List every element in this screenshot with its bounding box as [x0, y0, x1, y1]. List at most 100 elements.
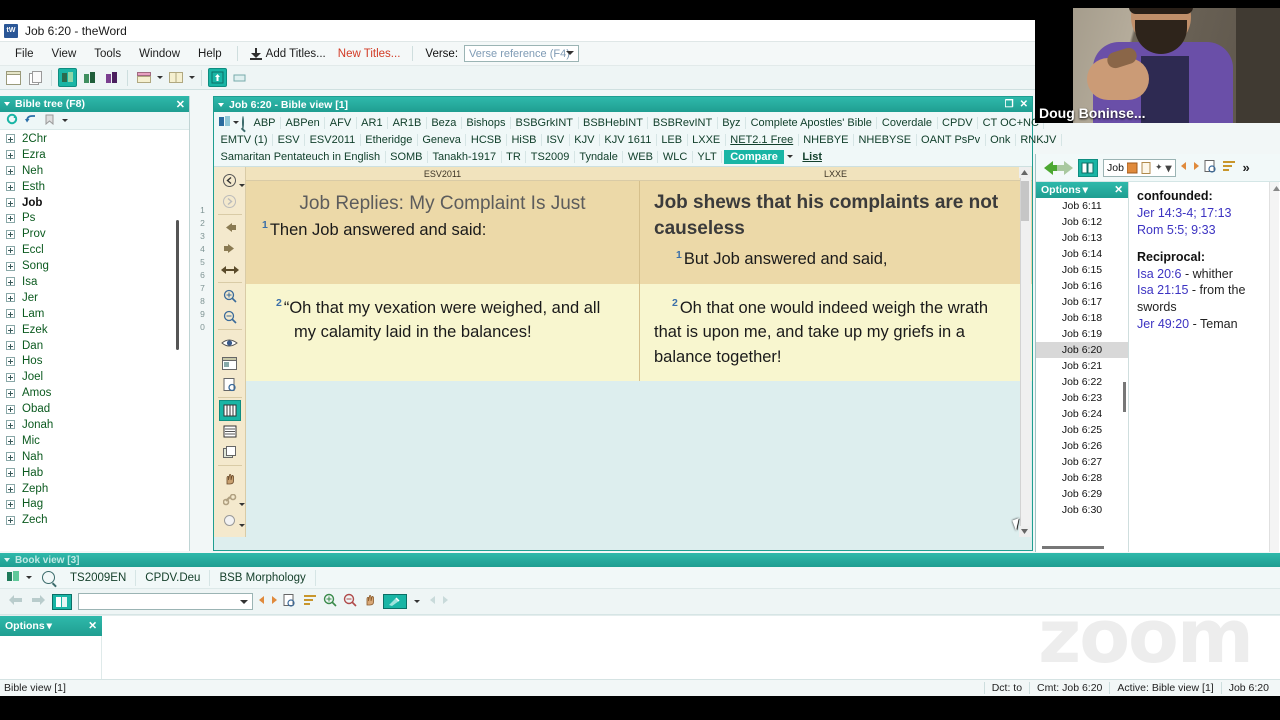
- hand-tool-icon-book[interactable]: [363, 593, 377, 610]
- version-tab[interactable]: HCSB: [466, 133, 507, 146]
- column-layout-icon-active[interactable]: [218, 400, 241, 421]
- menu-file[interactable]: File: [6, 45, 43, 63]
- version-tab[interactable]: BSBHebINT: [579, 116, 649, 129]
- bible-tree-list[interactable]: 2Chr Ezra Neh Esth Job Ps Prov Eccl Song…: [0, 130, 189, 548]
- strip-number[interactable]: 4: [200, 244, 205, 257]
- version-tab[interactable]: Complete Apostles' Bible: [746, 116, 878, 129]
- verse-list-item[interactable]: Job 6:13: [1036, 230, 1128, 246]
- expand-icon[interactable]: [6, 420, 15, 430]
- expand-icon[interactable]: [6, 261, 15, 271]
- commentary-view-icon[interactable]: [80, 68, 99, 87]
- version-tab[interactable]: SOMB: [386, 150, 429, 163]
- verse-list-item[interactable]: Job 6:12: [1036, 214, 1128, 230]
- version-tab[interactable]: ABPen: [281, 116, 326, 129]
- tree-node[interactable]: Ps: [0, 210, 189, 226]
- forward-arrow-icon[interactable]: [30, 594, 46, 609]
- book-tab[interactable]: CPDV.Deu: [136, 569, 211, 586]
- tree-node-job[interactable]: Job: [0, 195, 189, 211]
- reference-field[interactable]: Job ✦ ▾: [1103, 158, 1176, 177]
- version-tab[interactable]: KJV 1611: [600, 133, 657, 146]
- version-tab[interactable]: AFV: [325, 116, 357, 129]
- sort-icon[interactable]: [1222, 160, 1236, 175]
- verse-list-item[interactable]: Job 6:29: [1036, 486, 1128, 502]
- version-tab[interactable]: Coverdale: [877, 116, 938, 129]
- bookmark-icon[interactable]: [45, 114, 54, 128]
- version-tab[interactable]: AR1B: [388, 116, 427, 129]
- expand-icon[interactable]: [6, 213, 15, 223]
- version-tab[interactable]: ABP: [249, 116, 282, 129]
- tree-node[interactable]: Esth: [0, 179, 189, 195]
- xref-scrollbar[interactable]: [1269, 182, 1280, 552]
- tree-node[interactable]: Jonah: [0, 417, 189, 433]
- navigate-both-icon[interactable]: [1180, 160, 1199, 175]
- collapse-caret-icon[interactable]: [4, 102, 10, 106]
- version-tab[interactable]: HiSB: [507, 133, 542, 146]
- verse-list-item[interactable]: Job 6:16: [1036, 278, 1128, 294]
- version-tab[interactable]: BSBGrkINT: [511, 116, 579, 129]
- tree-node[interactable]: Prov: [0, 226, 189, 242]
- search-icon-book[interactable]: [42, 571, 55, 584]
- version-tab[interactable]: EMTV (1): [216, 133, 274, 146]
- collapse-caret-icon[interactable]: [4, 558, 10, 562]
- verse-list-item[interactable]: Job 6:24: [1036, 406, 1128, 422]
- menu-tools[interactable]: Tools: [85, 45, 130, 63]
- verse-list-item[interactable]: Job 6:19: [1036, 326, 1128, 342]
- copy-verses-icon[interactable]: [219, 442, 241, 463]
- chevron-down-icon-search[interactable]: [240, 600, 248, 604]
- highlight-marker-icon[interactable]: [383, 594, 407, 609]
- verse-list-item[interactable]: Job 6:28: [1036, 470, 1128, 486]
- copy-icon[interactable]: [26, 68, 45, 87]
- forward-icon[interactable]: [219, 191, 241, 212]
- chevron-down-icon-tree[interactable]: [62, 119, 68, 122]
- back-arrow-icon[interactable]: [1044, 160, 1060, 175]
- verse-list-item[interactable]: Job 6:15: [1036, 262, 1128, 278]
- version-tab[interactable]: Beza: [427, 116, 462, 129]
- eye-icon[interactable]: [219, 332, 241, 353]
- close-icon[interactable]: ✕: [176, 98, 185, 111]
- expand-icon[interactable]: [6, 388, 15, 398]
- expand-icon[interactable]: [6, 484, 15, 494]
- split-layout-icon[interactable]: [166, 68, 185, 87]
- window-panel-icon[interactable]: [219, 353, 241, 374]
- expand-icon[interactable]: [6, 515, 15, 525]
- hand-tool-icon[interactable]: [219, 468, 241, 489]
- expand-icon[interactable]: [6, 499, 15, 509]
- menu-window[interactable]: Window: [130, 45, 189, 63]
- verse-list-options-header[interactable]: Options ▾ ✕: [1036, 182, 1128, 198]
- strip-number[interactable]: 6: [200, 270, 205, 283]
- version-tab[interactable]: AR1: [357, 116, 389, 129]
- verse-list-item[interactable]: Job 6:21: [1036, 358, 1128, 374]
- tree-node[interactable]: Eccl: [0, 242, 189, 258]
- tree-node[interactable]: Obad: [0, 401, 189, 417]
- version-tab[interactable]: ESV: [273, 133, 306, 146]
- version-tab-active[interactable]: NET2.1 Free: [726, 133, 799, 146]
- strip-number[interactable]: 8: [200, 296, 205, 309]
- version-tab[interactable]: WLC: [658, 150, 693, 163]
- menu-view[interactable]: View: [43, 45, 86, 63]
- expand-icon[interactable]: [6, 341, 15, 351]
- tree-node[interactable]: Zeph: [0, 481, 189, 497]
- expand-icon[interactable]: [6, 325, 15, 335]
- zoom-out-icon[interactable]: [219, 306, 241, 327]
- tree-node[interactable]: Hos: [0, 353, 189, 369]
- link-icon[interactable]: [219, 489, 245, 510]
- sync-icon[interactable]: [208, 68, 227, 87]
- chevron-down-icon-2[interactable]: [189, 76, 195, 79]
- close-icon[interactable]: ✕: [1114, 184, 1123, 196]
- book-tab[interactable]: TS2009EN: [61, 569, 137, 586]
- verse-list-item[interactable]: Job 6:27: [1036, 454, 1128, 470]
- expand-icon[interactable]: [6, 356, 15, 366]
- tree-node[interactable]: Zech: [0, 512, 189, 528]
- verse-list-item[interactable]: Job 6:30: [1036, 502, 1128, 518]
- version-tab[interactable]: ESV2011: [305, 133, 361, 146]
- tree-node[interactable]: Nah: [0, 449, 189, 465]
- version-tab[interactable]: Onk: [986, 133, 1016, 146]
- expand-icon[interactable]: [6, 372, 15, 382]
- close-icon[interactable]: ✕: [88, 620, 97, 632]
- version-tab[interactable]: CPDV: [938, 116, 979, 129]
- tree-node[interactable]: Song: [0, 258, 189, 274]
- version-tab[interactable]: Samaritan Pentateuch in English: [216, 150, 386, 163]
- expand-icon[interactable]: [6, 468, 15, 478]
- page-search-icon[interactable]: [219, 374, 241, 395]
- chevron-down-icon-modules[interactable]: [233, 121, 239, 124]
